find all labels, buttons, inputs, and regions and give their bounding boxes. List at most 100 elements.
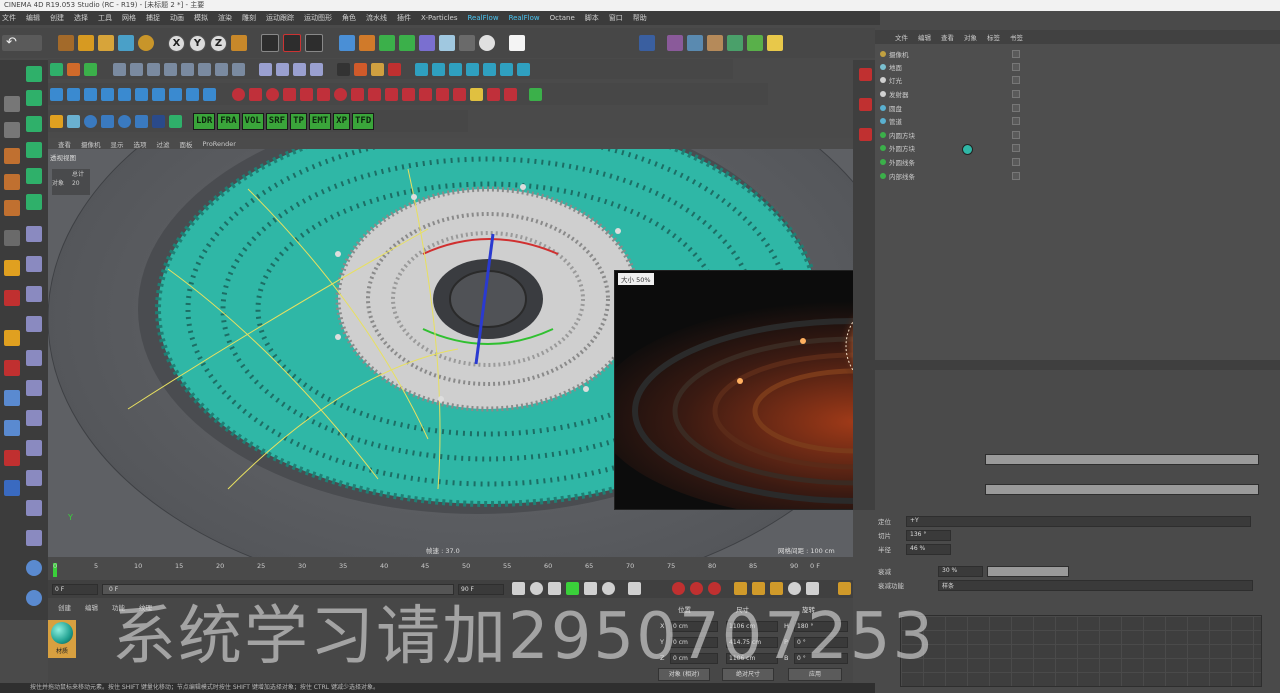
solo-icon[interactable] [4, 360, 20, 376]
menu-item[interactable]: 角色 [342, 13, 356, 23]
tool-icon-8[interactable] [169, 87, 182, 101]
render-picture-viewer-icon[interactable] [283, 34, 301, 52]
tool-icon-10[interactable] [203, 87, 216, 101]
visibility-dot[interactable] [1012, 158, 1020, 166]
menu-item[interactable]: 捕捉 [146, 13, 160, 23]
viewport-menu-item[interactable]: 显示 [111, 139, 124, 149]
snap-icon-7[interactable] [517, 62, 530, 76]
record-icon[interactable] [4, 420, 20, 436]
camera-icon[interactable] [459, 35, 475, 51]
xp-icon-3[interactable] [101, 114, 114, 128]
menu-item[interactable]: 雕刻 [242, 13, 256, 23]
realflow-icon-13[interactable] [436, 87, 449, 101]
menu-item[interactable]: RealFlow [467, 14, 498, 22]
realflow-icon-9[interactable] [368, 87, 381, 101]
plant-icon[interactable] [529, 87, 542, 101]
radius-field[interactable]: 46 % [906, 543, 951, 555]
render-settings-icon[interactable] [305, 34, 323, 52]
tool-icon-9[interactable] [186, 87, 199, 101]
realflow-icon-6[interactable] [317, 87, 330, 101]
realflow-icon-7[interactable] [334, 87, 347, 101]
realflow-icon-11[interactable] [402, 87, 415, 101]
objmgr-menu-item[interactable]: 查看 [941, 32, 954, 42]
settings-icon[interactable] [50, 114, 63, 128]
mograph-icon-7[interactable] [215, 62, 228, 76]
objmgr-menu-item[interactable]: 文件 [895, 32, 908, 42]
effector-left-icon-10[interactable] [26, 530, 42, 546]
tool-icon-5[interactable] [118, 87, 131, 101]
mograph-matrix-icon[interactable] [26, 116, 42, 132]
tool-icon-6[interactable] [135, 87, 148, 101]
effector-left-icon-3[interactable] [26, 316, 42, 332]
mograph-fracture-icon[interactable] [26, 90, 42, 106]
realflow-icon-14[interactable] [453, 87, 466, 101]
attr-slider-1[interactable] [985, 454, 1259, 465]
visibility-dot[interactable] [1012, 50, 1020, 58]
effector-left-icon-6[interactable] [26, 410, 42, 426]
nurbs-icon[interactable] [379, 35, 395, 51]
menu-item[interactable]: 渲染 [218, 13, 232, 23]
coord-system-icon[interactable] [231, 35, 247, 51]
visibility-dot[interactable] [1012, 63, 1020, 71]
object-row[interactable]: 内部线条 [880, 170, 1020, 182]
menu-item[interactable]: 工具 [98, 13, 112, 23]
xp-icon-1[interactable] [67, 114, 80, 128]
object-row[interactable]: 地面 [880, 61, 1020, 73]
material-swatch[interactable]: 材质 [48, 620, 76, 658]
grid-icon[interactable] [84, 62, 97, 76]
visibility-dot[interactable] [1012, 104, 1020, 112]
visibility-dot[interactable] [1012, 117, 1020, 125]
timeline-ruler[interactable]: 0 5 10 15 20 25 30 35 40 45 50 55 60 65 … [48, 560, 853, 580]
menu-item[interactable]: X-Particles [421, 14, 457, 22]
tree-icon[interactable] [727, 35, 743, 51]
edges-mode-icon[interactable] [4, 174, 20, 190]
material-tab[interactable]: 创建 [58, 602, 71, 612]
menu-item[interactable]: 窗口 [609, 13, 623, 23]
objmgr-menu-item[interactable]: 编辑 [918, 32, 931, 42]
falloff-field[interactable]: 30 % [938, 565, 983, 577]
effector-icon-4[interactable] [310, 62, 323, 76]
rotate-icon[interactable] [118, 35, 134, 51]
effector-left-icon-7[interactable] [26, 440, 42, 456]
x-axis-lock-button[interactable]: X [168, 34, 185, 52]
menu-item[interactable]: 帮助 [633, 13, 647, 23]
particle-icon-2[interactable] [354, 62, 367, 76]
snap-icon-2[interactable] [432, 62, 445, 76]
tool-icon-3[interactable] [84, 87, 97, 101]
menu-item[interactable]: Octane [550, 14, 575, 22]
realflow-icon-8[interactable] [351, 87, 364, 101]
realflow-icon-3[interactable] [266, 87, 279, 101]
mograph-icon-3[interactable] [147, 62, 160, 76]
effector-icon-2[interactable] [276, 62, 289, 76]
viewport-menu-item[interactable]: 过滤 [157, 139, 170, 149]
y-axis-lock-button[interactable]: Y [189, 34, 206, 52]
spline-graph[interactable] [900, 615, 1262, 687]
snap-toggle-icon[interactable] [4, 260, 20, 276]
menu-item[interactable]: 流水线 [366, 13, 387, 23]
object-row[interactable]: 灯光 [880, 74, 1020, 86]
model-mode-icon[interactable] [4, 96, 20, 112]
material-tag-icon[interactable] [962, 144, 973, 155]
mograph-left-icon[interactable] [4, 330, 20, 346]
viewport-menu-item[interactable]: ProRender [203, 140, 236, 148]
gear-green-icon[interactable] [169, 114, 182, 128]
menu-item[interactable]: RealFlow [509, 14, 540, 22]
strip-icon-1[interactable] [859, 68, 872, 81]
points-mode-icon[interactable] [4, 148, 20, 164]
lock-icon[interactable] [4, 290, 20, 306]
menu-item[interactable]: 脚本 [585, 13, 599, 23]
xp-icon-4[interactable] [118, 114, 131, 128]
mograph-icon-4[interactable] [164, 62, 177, 76]
menu-item[interactable]: 选择 [74, 13, 88, 23]
globe-left-icon[interactable] [26, 590, 42, 606]
particle-icon-1[interactable] [337, 62, 350, 76]
scale-icon[interactable] [98, 35, 114, 51]
render-view-icon[interactable] [261, 34, 279, 52]
orientation-select[interactable]: +Y [906, 515, 1251, 527]
vol-tag-button[interactable]: VOL [241, 112, 264, 130]
ldr-tag-button[interactable]: LDR [193, 112, 216, 130]
mograph-cloner-icon[interactable] [26, 66, 42, 82]
magnet-icon[interactable] [639, 35, 655, 51]
floor-icon[interactable] [439, 35, 455, 51]
realflow-icon-2[interactable] [249, 87, 262, 101]
